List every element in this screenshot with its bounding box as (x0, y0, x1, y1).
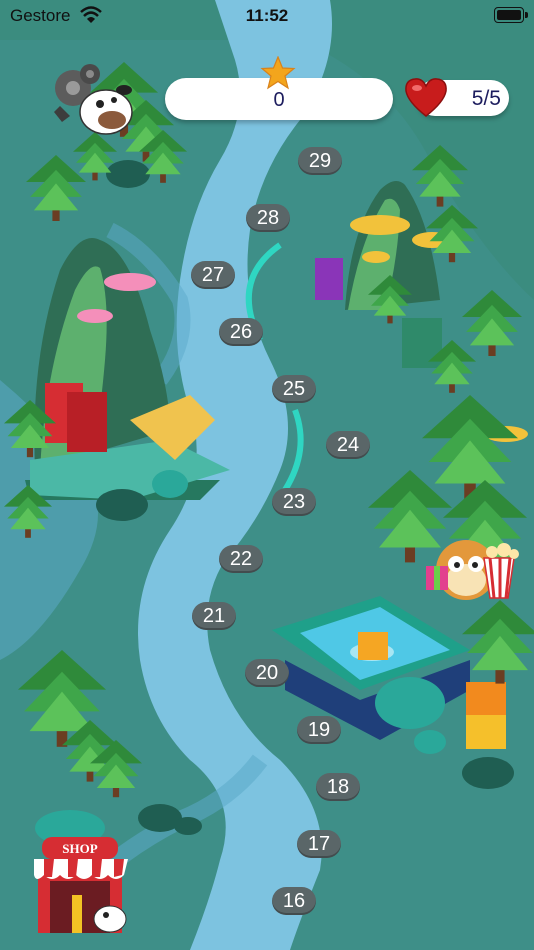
level-node-25[interactable]: 25 (272, 375, 316, 403)
level-node-23[interactable]: 23 (272, 488, 316, 516)
lives-value: 5/5 (471, 87, 501, 110)
level-node-20[interactable]: 20 (245, 659, 289, 687)
status-bar: Gestore 11:52 (0, 0, 534, 34)
level-node-28[interactable]: 28 (246, 204, 290, 232)
tiger-character[interactable] (424, 530, 522, 604)
clock: 11:52 (245, 6, 289, 25)
game-map: Gestore 11:52 0 5/5 29 28 27 26 25 24 23… (0, 0, 534, 950)
level-node-22[interactable]: 22 (219, 545, 263, 573)
level-node-17[interactable]: 17 (297, 830, 341, 858)
level-node-26[interactable]: 26 (219, 318, 263, 346)
battery-icon (494, 7, 528, 23)
level-node-19[interactable]: 19 (297, 716, 341, 744)
map-background (0, 0, 534, 950)
level-node-29[interactable]: 29 (298, 147, 342, 175)
settings-button[interactable] (48, 60, 134, 138)
shop-button[interactable]: SHOP (28, 835, 134, 937)
level-node-27[interactable]: 27 (191, 261, 235, 289)
level-node-16[interactable]: 16 (272, 887, 316, 915)
level-node-21[interactable]: 21 (192, 602, 236, 630)
heart-icon (405, 78, 447, 117)
star-icon (260, 56, 296, 90)
shop-sign: SHOP (62, 841, 97, 856)
level-node-24[interactable]: 24 (326, 431, 370, 459)
stars-value: 0 (273, 89, 285, 111)
level-node-18[interactable]: 18 (316, 773, 360, 801)
